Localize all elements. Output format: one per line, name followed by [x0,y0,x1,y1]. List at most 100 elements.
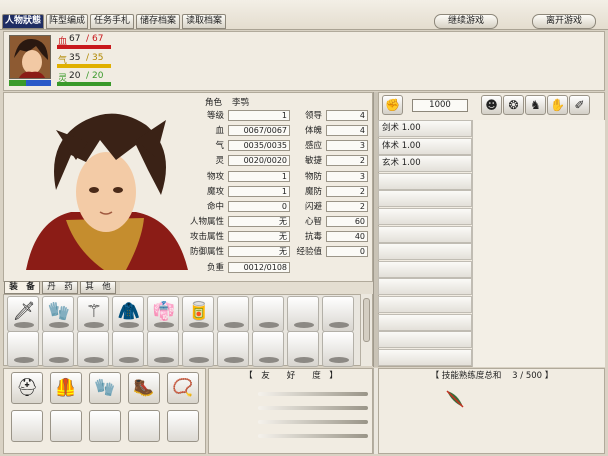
equipment-slot[interactable] [128,410,160,442]
exit-game-button[interactable]: 离开游戏 [532,14,596,29]
inventory-slot[interactable] [322,296,354,332]
slot-shadow [259,357,279,363]
stat-label: 闪避 [304,202,322,212]
stat-label: 经验值 [296,247,322,257]
fist-icon[interactable]: ✊ [382,95,403,115]
slot-shadow [329,357,349,363]
stat-value: 3 [326,140,368,151]
tab-save-file[interactable]: 储存档案 [136,14,180,29]
inventory-slot[interactable] [217,296,249,332]
skill-row[interactable] [378,172,472,190]
skill-row[interactable] [378,190,472,208]
stat-value: 1 [228,110,290,121]
skill-row[interactable] [378,348,472,366]
inventory-slot[interactable] [147,331,179,367]
slot-shadow [119,357,139,363]
glove-icon[interactable]: 🧤 [89,372,121,404]
skill-row[interactable] [378,313,472,331]
stat-label: 敏捷 [304,156,322,166]
character-portrait [16,100,194,270]
inventory-slot[interactable] [77,331,109,367]
tab-load-file[interactable]: 读取档案 [182,14,226,29]
scroll-icon[interactable]: ✐ [569,95,590,115]
tab-quest-notes[interactable]: 任务手札 [90,14,134,29]
armor-icon[interactable]: 🦺 [50,372,82,404]
stat-value: 2 [326,201,368,212]
role-name: 李鹗 [232,98,250,108]
tab-formation[interactable]: 阵型编成 [46,14,88,29]
inventory-slot[interactable]: 🧤 [42,296,74,332]
skill-row[interactable] [378,278,472,296]
stat-value: 4 [326,110,368,121]
bracer-icon: 🥫 [187,301,211,322]
stat-value: 0020/0020 [228,155,290,166]
equipment-slot[interactable] [50,410,82,442]
equipment-slot[interactable] [167,410,199,442]
stat-label: 防御属性 [189,247,224,257]
inventory-slot[interactable] [322,331,354,367]
stat-label: 抗毒 [304,232,322,242]
equipment-slot[interactable] [11,410,43,442]
friendship-bar [258,420,368,424]
robe-icon: 👘 [152,301,176,322]
skill-row[interactable]: 剑术 1.00 [378,120,472,137]
inventory-tab-strip [120,282,373,294]
inventory-slot[interactable] [252,331,284,367]
stat-label: 气 [215,141,224,151]
ling-bar [57,82,111,86]
tiger-icon[interactable]: ❂ [503,95,524,115]
character-avatar[interactable] [9,35,51,79]
inventory-scrollbar[interactable] [360,294,372,366]
stat-label: 体魄 [304,126,322,136]
stat-label: 感应 [304,141,322,151]
inventory-slot[interactable] [182,331,214,367]
glove-icon: 🧤 [47,301,71,322]
inventory-scroll-thumb[interactable] [363,298,370,342]
inventory-slot[interactable] [252,296,284,332]
inventory-slot[interactable] [217,331,249,367]
skill-row[interactable] [378,225,472,243]
top-menu-bar: 人物狀態 阵型编成 任务手札 储存档案 读取档案 继续游戏 离开游戏 [0,0,608,30]
skill-total-close: 】 [544,371,554,381]
stat-value: 无 [228,231,290,242]
inventory-slot[interactable] [287,331,319,367]
skill-row[interactable] [378,296,472,313]
inventory-slot[interactable]: 🥫 [182,296,214,332]
skill-row[interactable] [378,260,472,278]
necklace-icon[interactable]: 📿 [167,372,199,404]
stat-label: 魔防 [304,187,322,197]
continue-game-button[interactable]: 继续游戏 [434,14,498,29]
stat-label: 魔攻 [206,187,224,197]
inventory-slot[interactable] [287,296,319,332]
skill-row[interactable] [378,208,472,225]
hp-current: 67 [69,34,81,44]
inventory-slot[interactable]: 👘 [147,296,179,332]
hp-slash: / [86,34,90,44]
tab-medicine[interactable]: 丹 药 [42,281,78,294]
stat-value: 0067/0067 [228,125,290,136]
skill-row[interactable]: 玄术 1.00 [378,155,472,173]
tab-equipment[interactable]: 装 备 [4,281,40,294]
hp-bar [57,45,111,49]
slot-shadow [329,322,349,328]
inventory-slot[interactable] [112,331,144,367]
claw-icon[interactable]: ✋ [547,95,568,115]
slot-shadow [189,357,209,363]
stat-label: 物防 [304,172,322,182]
inventory-slot[interactable]: 🗡 [7,296,39,332]
slot-shadow [294,357,314,363]
inventory-slot[interactable] [7,331,39,367]
boots-icon[interactable]: 🥾 [128,372,160,404]
helmet-icon[interactable]: ⛑ [11,372,43,404]
skill-row[interactable]: 体术 1.00 [378,137,472,155]
inventory-slot[interactable]: ⚚ [77,296,109,332]
tab-character-status[interactable]: 人物狀態 [2,14,44,29]
mask-icon[interactable]: ☻ [481,95,502,115]
beast-icon[interactable]: ♞ [525,95,546,115]
inventory-slot[interactable]: 🧥 [112,296,144,332]
tab-other[interactable]: 其 他 [80,281,116,294]
skill-row[interactable] [378,331,472,349]
skill-row[interactable] [378,243,472,261]
inventory-slot[interactable] [42,331,74,367]
equipment-slot[interactable] [89,410,121,442]
